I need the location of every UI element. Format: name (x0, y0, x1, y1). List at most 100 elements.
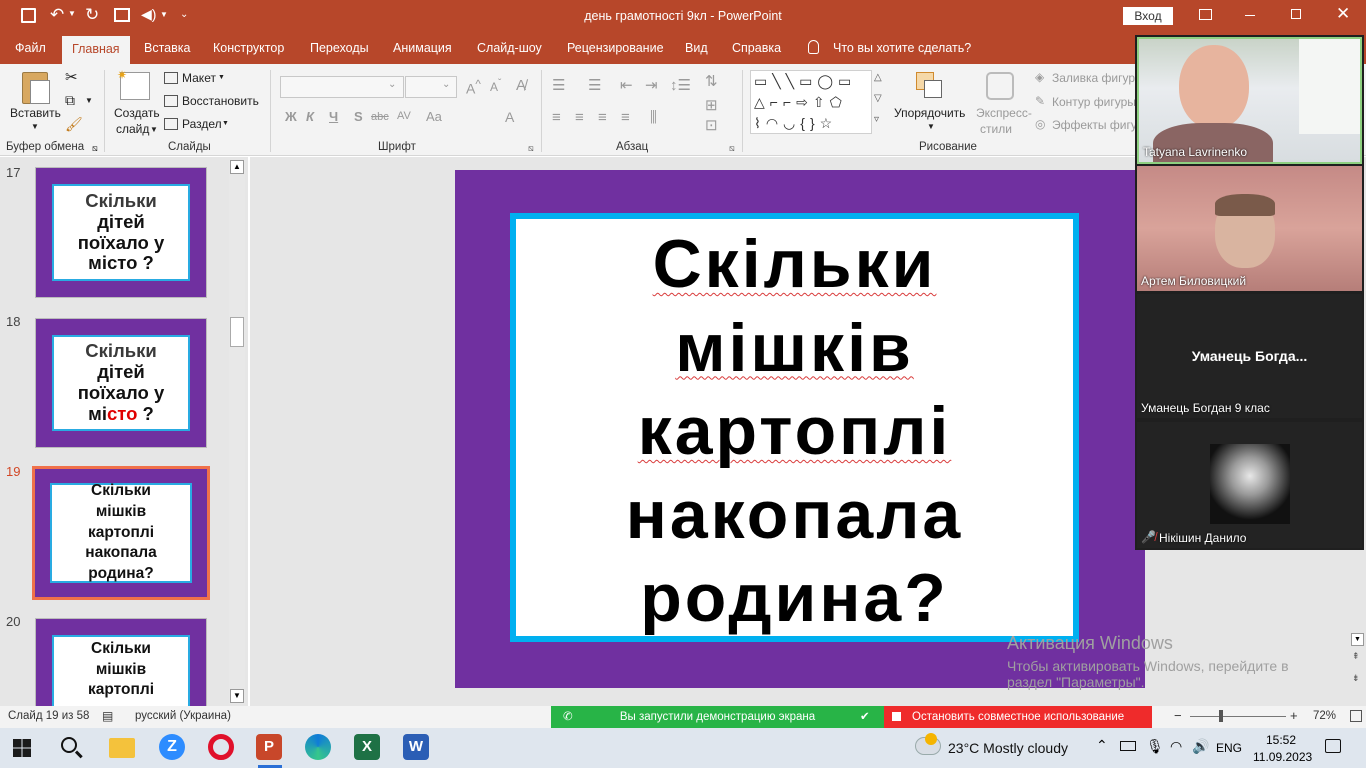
volume-icon[interactable]: 🔊 (1192, 738, 1209, 755)
tab-insert[interactable]: Вставка (144, 41, 190, 55)
clock-time[interactable]: 15:52 (1266, 733, 1296, 747)
tab-transitions[interactable]: Переходы (310, 41, 369, 55)
layout-dropdown-icon[interactable]: ▼ (218, 74, 225, 81)
fit-slide-icon[interactable] (1350, 710, 1362, 722)
align-center-icon[interactable]: ≡ (575, 109, 584, 126)
thumbnail-scrollbar[interactable]: ▲ ▼ (229, 160, 245, 704)
slide-thumbnail-20[interactable]: Скільки мішків картоплі накопала (35, 618, 207, 718)
scroll-down-icon[interactable]: ▼ (230, 689, 244, 703)
font-color-button[interactable]: A (505, 109, 514, 125)
language-status[interactable]: русский (Украина) (135, 710, 231, 722)
tab-slideshow[interactable]: Слайд-шоу (477, 41, 542, 55)
tell-me-search[interactable]: Что вы хотите сделать? (833, 41, 971, 55)
weather-text[interactable]: 23°C Mostly cloudy (948, 740, 1068, 756)
quick-styles-label-2[interactable]: стили (980, 122, 1012, 136)
microphone-icon[interactable]: 🎙 (1146, 738, 1164, 755)
smartart-icon[interactable]: ⊡ (705, 116, 718, 134)
opera-icon[interactable] (208, 734, 234, 760)
decrease-font-icon[interactable]: Aˇ (490, 78, 501, 94)
scroll-thumb[interactable] (230, 317, 244, 347)
tab-home[interactable]: Главная (62, 36, 130, 64)
shape-effects-icon[interactable]: ◎ (1035, 117, 1045, 131)
zoom-in-icon[interactable]: + (1290, 708, 1298, 723)
align-text-icon[interactable]: ⊞ (705, 96, 718, 114)
char-spacing-button[interactable]: AV (397, 110, 411, 122)
participant-tile[interactable]: Уманець Богда... Уманець Богдан 9 клас (1137, 294, 1362, 418)
participant-tile[interactable]: 🎤̸ Нікішин Данило (1137, 422, 1362, 548)
shape-fill-button[interactable]: Заливка фигур (1052, 71, 1135, 85)
strikethrough-button[interactable]: abc (371, 111, 389, 123)
italic-button[interactable]: К (306, 109, 314, 124)
tab-animations[interactable]: Анимация (393, 41, 452, 55)
shape-effects-button[interactable]: Эффекты фигу (1052, 118, 1137, 132)
zoom-app-icon[interactable]: Z (159, 734, 185, 760)
close-icon[interactable]: ✕ (1336, 4, 1350, 24)
powerpoint-icon[interactable]: P (256, 734, 282, 760)
quick-styles-icon[interactable] (986, 72, 1014, 100)
canvas-scroll-up-icon[interactable]: ▼ (1351, 633, 1364, 646)
new-slide-label-1[interactable]: Создать (114, 106, 160, 120)
justify-icon[interactable]: ≡ (621, 109, 630, 126)
stop-sharing-button[interactable]: Остановить совместное использование (884, 706, 1152, 728)
wifi-icon[interactable]: ◠ (1170, 738, 1182, 755)
line-spacing-icon[interactable]: ↕☰ (670, 76, 691, 94)
sign-in-button[interactable]: Вход (1123, 7, 1173, 25)
tab-help[interactable]: Справка (732, 41, 781, 55)
zoom-slider-track[interactable] (1190, 716, 1286, 717)
tab-review[interactable]: Рецензирование (567, 41, 664, 55)
tab-view[interactable]: Вид (685, 41, 708, 55)
shadow-button[interactable]: S (354, 109, 363, 124)
numbering-icon[interactable]: ☰ (588, 76, 601, 94)
section-button[interactable]: Раздел (182, 117, 222, 131)
arrange-button[interactable]: Упорядочить (894, 106, 965, 120)
shapes-gallery[interactable]: ▭╲╲▭◯▭ △⌐⌐⇨⇧⬠ ⌇◠◡{}☆ (750, 70, 872, 134)
format-painter-icon[interactable]: 🖌 (65, 116, 83, 133)
battery-icon[interactable] (1120, 741, 1136, 751)
zoom-level[interactable]: 72% (1313, 710, 1336, 722)
edge-icon[interactable] (305, 734, 331, 760)
restore-icon[interactable] (1291, 9, 1301, 19)
excel-icon[interactable]: X (354, 734, 380, 760)
prev-slide-icon[interactable]: ⇞ (1352, 651, 1360, 662)
quick-styles-label-1[interactable]: Экспресс- (976, 106, 1032, 120)
new-slide-dropdown-icon[interactable]: ▼ (150, 125, 158, 134)
align-right-icon[interactable]: ≡ (598, 109, 607, 126)
file-explorer-icon[interactable] (109, 738, 135, 758)
shapes-more-icon[interactable]: ▿ (874, 114, 879, 125)
bold-button[interactable]: Ж (285, 109, 297, 124)
scroll-up-icon[interactable]: ▲ (230, 160, 244, 174)
minimize-icon[interactable] (1245, 15, 1255, 16)
layout-button[interactable]: Макет (182, 71, 216, 85)
shape-outline-icon[interactable]: ✎ (1035, 94, 1045, 108)
text-direction-icon[interactable]: ⇅ (705, 72, 718, 90)
show-hidden-icons[interactable]: ⌃ (1096, 737, 1108, 754)
font-size-dropdown-icon[interactable]: ⌄ (442, 79, 450, 90)
screen-share-indicator[interactable]: ✆ Вы запустили демонстрацию экрана ✔ (551, 706, 884, 728)
bullets-icon[interactable]: ☰ (552, 76, 565, 94)
increase-indent-icon[interactable]: ⇥ (645, 76, 658, 94)
cut-icon[interactable]: ✂ (65, 68, 78, 86)
clock-date[interactable]: 11.09.2023 (1253, 750, 1312, 764)
windows-start-icon[interactable] (13, 739, 31, 757)
columns-icon[interactable]: ⫼ (650, 109, 657, 126)
zoom-out-icon[interactable]: − (1174, 708, 1182, 723)
change-case-button[interactable]: Aa (426, 109, 442, 124)
tab-file[interactable]: Файл (15, 41, 46, 55)
search-icon[interactable] (61, 737, 77, 753)
notifications-icon[interactable] (1325, 739, 1341, 753)
slide-thumbnail-17[interactable]: Скільки дітей поїхало у місто ? (35, 167, 207, 298)
tab-design[interactable]: Конструктор (213, 41, 284, 55)
arrange-dropdown-icon[interactable]: ▼ (927, 122, 935, 131)
paragraph-launcher-icon[interactable]: ⧅ (729, 143, 735, 154)
align-left-icon[interactable]: ≡ (552, 109, 561, 126)
zoom-slider-thumb[interactable] (1219, 710, 1223, 722)
section-dropdown-icon[interactable]: ▼ (222, 120, 229, 127)
increase-font-icon[interactable]: A^ (466, 78, 481, 97)
new-slide-label-2[interactable]: слайд (116, 122, 149, 136)
slide-thumbnail-18[interactable]: Скільки дітей поїхало у місто ? (35, 318, 207, 448)
clipboard-launcher-icon[interactable]: ⧅ (92, 143, 98, 154)
paste-button[interactable]: Вставить (10, 106, 61, 120)
shapes-scroll-down-icon[interactable]: ▽ (874, 93, 882, 104)
spellcheck-icon[interactable]: ▤ (102, 709, 113, 723)
participant-tile[interactable]: Артем Биловицкий (1137, 166, 1362, 291)
